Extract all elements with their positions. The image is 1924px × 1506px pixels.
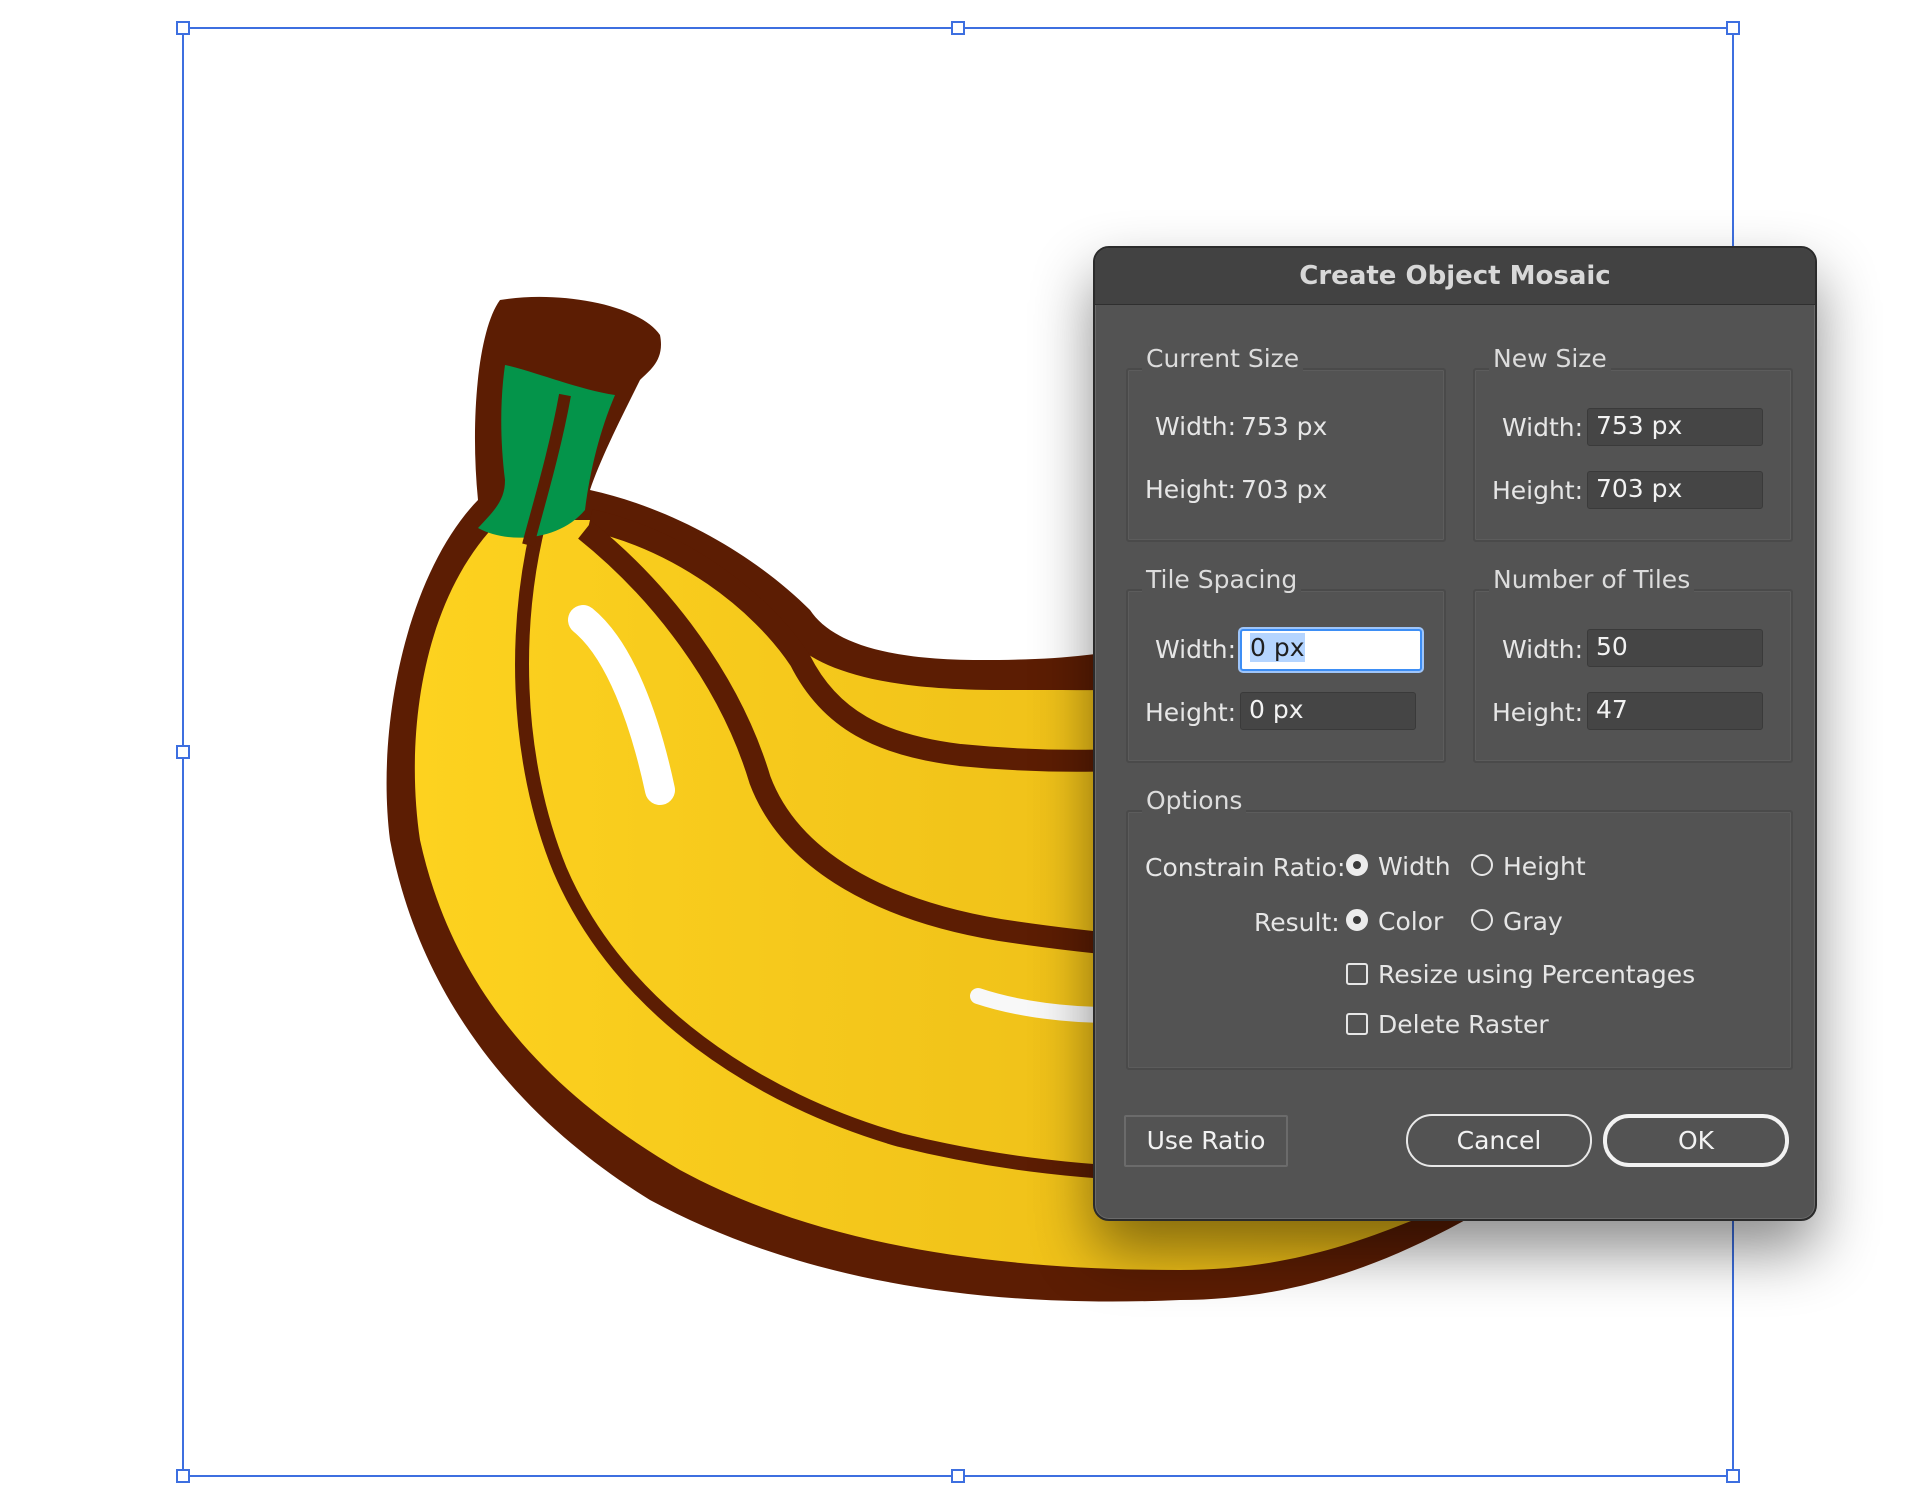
delete-raster-checkbox[interactable]: [1346, 1013, 1368, 1035]
cancel-button[interactable]: Cancel: [1406, 1114, 1592, 1167]
use-ratio-button[interactable]: Use Ratio: [1124, 1115, 1288, 1167]
spacing-width-field[interactable]: 0 px: [1240, 629, 1422, 671]
tiles-width-field[interactable]: 50: [1587, 629, 1763, 667]
tiles-height-field[interactable]: 47: [1587, 692, 1763, 730]
tile-spacing-legend: Tile Spacing: [1142, 565, 1302, 594]
tile-spacing-group: Tile Spacing Width: 0 px Height: 0 px: [1126, 565, 1446, 763]
current-size-group: Current Size Width: 753 px Height: 703 p…: [1126, 344, 1446, 542]
resize-handle-middle-left[interactable]: [176, 745, 190, 759]
resize-handle-top-center[interactable]: [951, 21, 965, 35]
new-height-label: Height:: [1492, 476, 1584, 505]
result-gray-option[interactable]: Gray: [1503, 907, 1563, 936]
resize-handle-bottom-right[interactable]: [1726, 1469, 1740, 1483]
resize-percentages-checkbox[interactable]: [1346, 963, 1368, 985]
spacing-height-field[interactable]: 0 px: [1240, 692, 1416, 730]
resize-handle-bottom-center[interactable]: [951, 1469, 965, 1483]
result-label: Result:: [1254, 908, 1340, 937]
canvas[interactable]: Create Object Mosaic Current Size Width:…: [0, 0, 1924, 1506]
spacing-width-label: Width:: [1155, 635, 1237, 664]
constrain-width-option[interactable]: Width: [1378, 852, 1451, 881]
new-size-group: New Size Width: 753 px Height: 703 px: [1473, 344, 1793, 542]
tiles-width-label: Width:: [1502, 635, 1584, 664]
options-group: Options Constrain Ratio: Width Height Re…: [1126, 786, 1793, 1070]
resize-handle-bottom-left[interactable]: [176, 1469, 190, 1483]
tiles-height-label: Height:: [1492, 698, 1584, 727]
number-of-tiles-group: Number of Tiles Width: 50 Height: 47: [1473, 565, 1793, 763]
number-of-tiles-legend: Number of Tiles: [1489, 565, 1695, 594]
create-object-mosaic-dialog: Create Object Mosaic Current Size Width:…: [1093, 246, 1817, 1221]
new-height-field[interactable]: 703 px: [1587, 471, 1763, 509]
constrain-height-radio[interactable]: [1471, 854, 1493, 876]
spacing-height-label: Height:: [1145, 698, 1237, 727]
current-width-value: 753 px: [1241, 412, 1328, 441]
current-height-value: 703 px: [1241, 475, 1328, 504]
current-height-label: Height:: [1145, 475, 1237, 504]
current-size-legend: Current Size: [1142, 344, 1304, 373]
result-color-option[interactable]: Color: [1378, 907, 1443, 936]
new-size-legend: New Size: [1489, 344, 1611, 373]
result-gray-radio[interactable]: [1471, 909, 1493, 931]
new-width-label: Width:: [1502, 413, 1584, 442]
delete-raster-label[interactable]: Delete Raster: [1378, 1010, 1549, 1039]
resize-handle-top-right[interactable]: [1726, 21, 1740, 35]
constrain-width-radio[interactable]: [1346, 854, 1368, 876]
result-color-radio[interactable]: [1346, 909, 1368, 931]
resize-handle-top-left[interactable]: [176, 21, 190, 35]
resize-percentages-label[interactable]: Resize using Percentages: [1378, 960, 1695, 989]
spacing-width-selected-text: 0 px: [1250, 633, 1305, 662]
constrain-height-option[interactable]: Height: [1503, 852, 1586, 881]
current-width-label: Width:: [1155, 412, 1237, 441]
constrain-ratio-label: Constrain Ratio:: [1145, 853, 1346, 882]
ok-button[interactable]: OK: [1603, 1114, 1789, 1167]
new-width-field[interactable]: 753 px: [1587, 408, 1763, 446]
dialog-title: Create Object Mosaic: [1095, 248, 1815, 305]
options-legend: Options: [1142, 786, 1247, 815]
